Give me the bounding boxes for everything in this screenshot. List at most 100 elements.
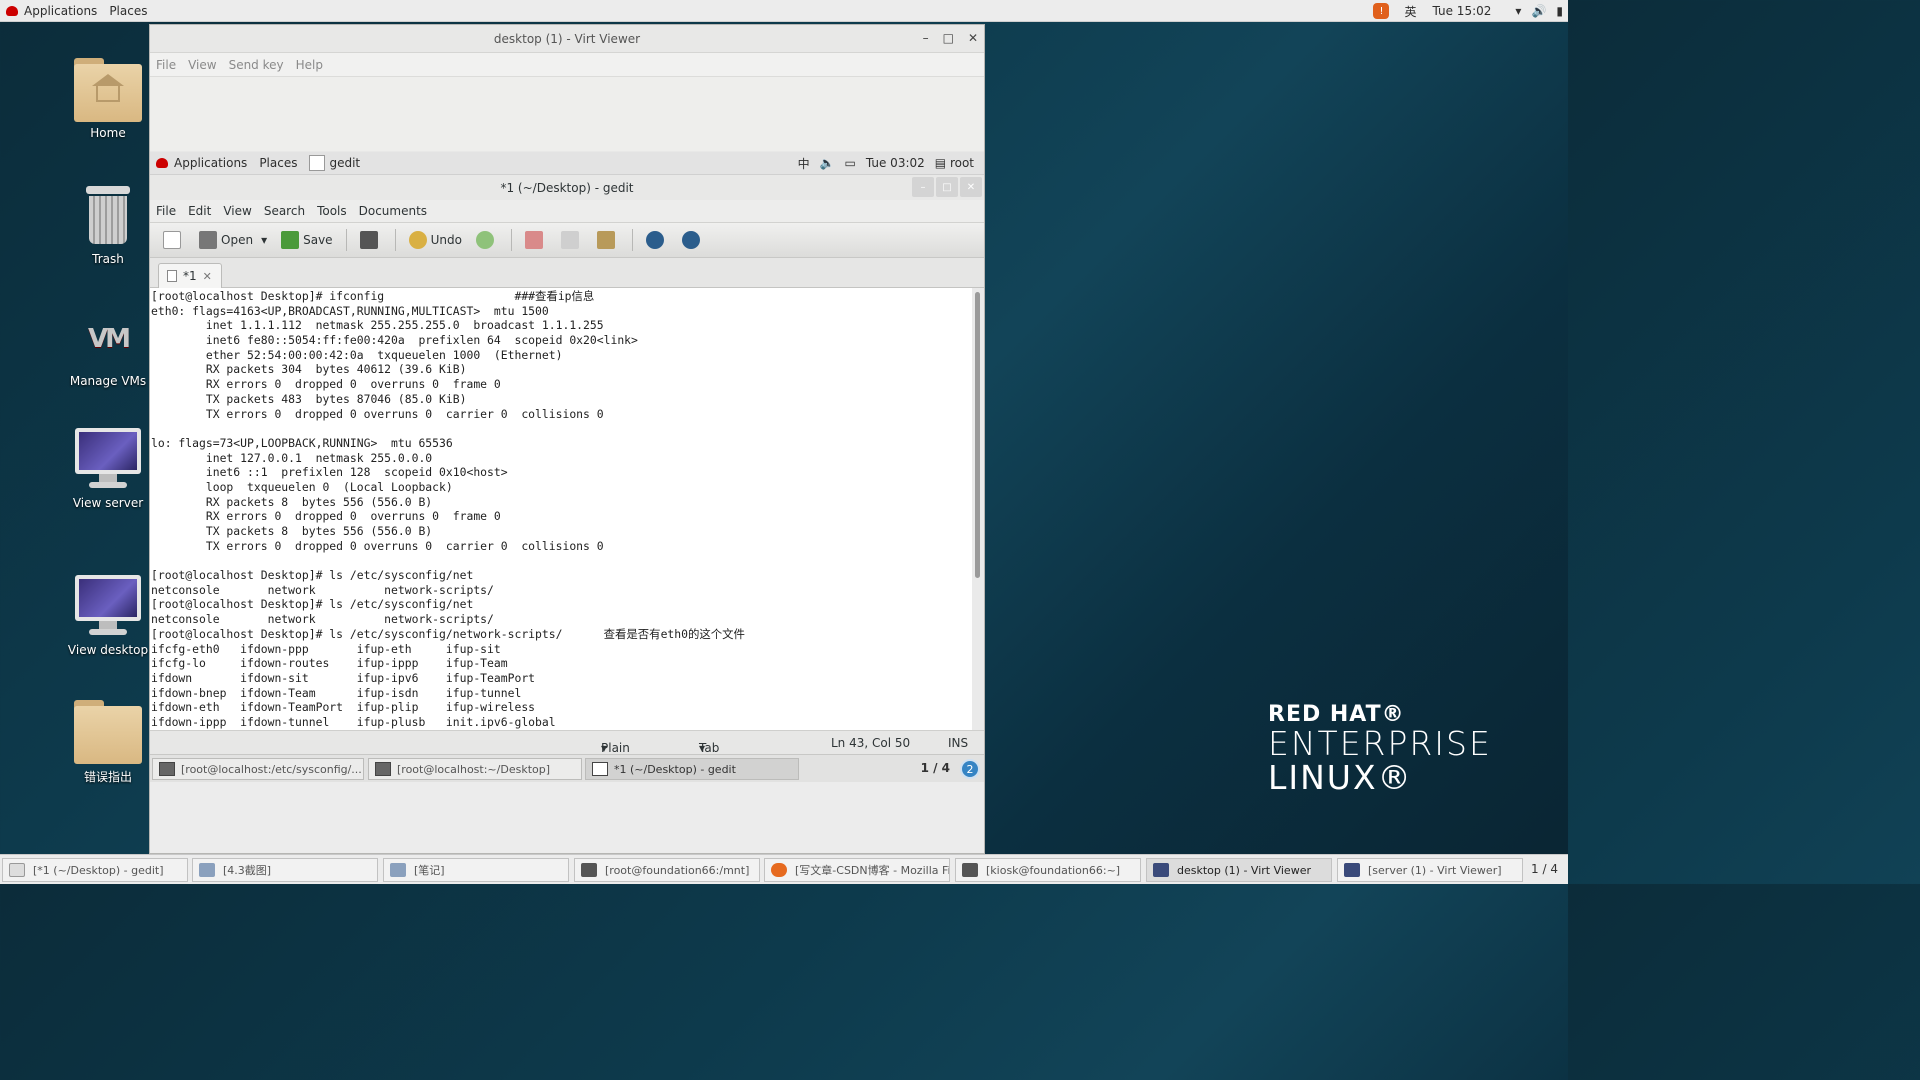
cut-button[interactable] — [520, 228, 552, 252]
wifi-icon[interactable]: ▾ — [1510, 4, 1526, 18]
gedit-menubar: File Edit View Search Tools Documents — [150, 200, 984, 222]
replace-button[interactable] — [677, 228, 709, 252]
battery-icon[interactable]: ▮ — [1551, 4, 1568, 18]
guest-display[interactable]: Applications Places gedit 中 🔈 ▭ Tue 03:0… — [150, 152, 984, 853]
desktop-icon-home[interactable]: Home — [58, 58, 158, 140]
new-button[interactable] — [158, 228, 190, 252]
scrollbar-thumb[interactable] — [975, 292, 980, 578]
vertical-scrollbar[interactable] — [972, 288, 984, 730]
gedit-icon — [309, 155, 326, 171]
task-firefox[interactable]: [写文章-CSDN博客 - Mozilla Fi... — [764, 858, 950, 882]
redo-button[interactable] — [471, 228, 503, 252]
monitor-icon — [75, 575, 141, 637]
editor-line: eth0: flags=4163<UP,BROADCAST,RUNNING,MU… — [151, 303, 549, 318]
window-title: desktop (1) - Virt Viewer — [493, 31, 641, 46]
menu-documents[interactable]: Documents — [353, 204, 433, 218]
workspace-pager[interactable]: 1 / 4 — [1531, 862, 1558, 876]
menu-tools[interactable]: Tools — [311, 204, 353, 218]
guest-workspace-pager[interactable]: 1 / 4 — [921, 761, 950, 775]
document-tab[interactable]: *1 ✕ — [158, 263, 222, 288]
menu-search[interactable]: Search — [258, 204, 311, 218]
desktop-icon-folder[interactable]: 错误指出 — [58, 700, 158, 785]
close-icon[interactable]: ✕ — [968, 31, 978, 45]
task-screenshot[interactable]: [4.3截图] — [192, 858, 378, 882]
text-editor[interactable]: [root@localhost Desktop]# ifconfig ###查看… — [150, 288, 984, 730]
menu-help[interactable]: Help — [290, 58, 329, 72]
notification-icon[interactable]: ! — [1373, 3, 1390, 19]
volume-icon[interactable]: 🔊 — [1526, 4, 1551, 18]
terminal-icon — [962, 863, 978, 877]
editor-line: ifdown-ippp ifdown-tunnel ifup-plusb ini… — [151, 714, 556, 729]
open-button[interactable]: Open ▾ — [194, 228, 272, 252]
guest-task-gedit[interactable]: *1 (~/Desktop) - gedit — [585, 758, 799, 780]
task-label: [笔记] — [414, 864, 445, 877]
menu-send-key[interactable]: Send key — [223, 58, 290, 72]
menu-view[interactable]: View — [182, 58, 222, 72]
undo-button[interactable]: Undo — [404, 228, 467, 252]
chevron-down-icon[interactable]: ▾ — [261, 233, 267, 247]
task-virt-viewer-server[interactable]: [server (1) - Virt Viewer] — [1337, 858, 1523, 882]
minimize-icon[interactable]: – — [923, 31, 929, 45]
insert-mode: INS — [948, 736, 969, 750]
desktop-icon-manage-vms[interactable]: VM Manage VMs — [58, 310, 158, 388]
guest-input-method[interactable]: 中 — [798, 155, 810, 172]
editor-line: [root@localhost Desktop]# ifconfig ###查看… — [151, 289, 595, 303]
task-gedit[interactable]: [*1 (~/Desktop) - gedit] — [2, 858, 188, 882]
volume-icon[interactable]: 🔈 — [820, 156, 835, 170]
guest-places-menu[interactable]: Places — [253, 152, 303, 174]
chevron-down-icon: ▾ — [601, 741, 608, 755]
guest-clock[interactable]: Tue 03:02 — [866, 156, 925, 170]
menu-view[interactable]: View — [217, 204, 257, 218]
clock[interactable]: Tue 15:02 — [1428, 4, 1497, 18]
desktop-icon-label: 错误指出 — [83, 770, 132, 784]
editor-line: TX packets 8 bytes 556 (556.0 B) — [151, 524, 433, 538]
paste-button[interactable] — [592, 228, 624, 252]
firefox-icon — [771, 863, 787, 877]
desktop-icon-view-server[interactable]: View server — [58, 428, 158, 510]
task-terminal-mnt[interactable]: [root@foundation66:/mnt] — [574, 858, 760, 882]
desktop-icon-label: View desktop — [67, 643, 149, 657]
editor-content[interactable]: [root@localhost Desktop]# ifconfig ###查看… — [150, 288, 984, 730]
guest-task-terminal-1[interactable]: [root@localhost:/etc/sysconfig/... — [152, 758, 364, 780]
task-virt-viewer-desktop[interactable]: desktop (1) - Virt Viewer — [1146, 858, 1332, 882]
editor-line: RX packets 304 bytes 40612 (39.6 KiB) — [151, 362, 467, 377]
close-icon[interactable]: ✕ — [960, 177, 982, 197]
user-menu[interactable]: ▤ root — [935, 156, 974, 170]
gedit-titlebar[interactable]: *1 (~/Desktop) - gedit – □ ✕ — [150, 174, 984, 200]
save-button[interactable]: Save — [276, 228, 337, 252]
close-tab-icon[interactable]: ✕ — [203, 270, 212, 283]
maximize-icon[interactable]: □ — [943, 31, 954, 45]
menu-file[interactable]: File — [150, 204, 182, 218]
guest-applications-menu[interactable]: Applications — [150, 152, 253, 174]
input-method-indicator[interactable]: 英 — [1399, 3, 1421, 20]
applications-menu[interactable]: Applications — [0, 0, 103, 22]
guest-app-menu[interactable]: gedit — [303, 152, 366, 174]
places-menu[interactable]: Places — [103, 0, 153, 22]
network-icon[interactable]: ▭ — [845, 156, 856, 170]
copy-button[interactable] — [556, 228, 588, 252]
desktop-icon-label: Manage VMs — [69, 374, 147, 388]
desktop-icon-view-desktop[interactable]: View desktop — [58, 575, 158, 657]
virt-viewer-titlebar[interactable]: desktop (1) - Virt Viewer – □ ✕ — [150, 25, 984, 53]
maximize-icon[interactable]: □ — [936, 177, 958, 197]
print-button[interactable] — [355, 228, 387, 252]
desktop-icon-trash[interactable]: Trash — [58, 186, 158, 266]
open-folder-icon — [199, 231, 217, 249]
guest-task-terminal-2[interactable]: [root@localhost:~/Desktop] — [368, 758, 582, 780]
menu-file[interactable]: File — [150, 58, 182, 72]
editor-line: TX errors 0 dropped 0 overruns 0 carrier… — [151, 538, 604, 553]
redo-icon — [475, 231, 494, 249]
document-icon — [199, 863, 215, 877]
task-terminal-kiosk[interactable]: [kiosk@foundation66:~] — [955, 858, 1141, 882]
menu-edit[interactable]: Edit — [182, 204, 217, 218]
find-button[interactable] — [641, 228, 673, 252]
undo-label: Undo — [430, 233, 462, 247]
minimize-icon[interactable]: – — [912, 177, 934, 197]
user-icon: ▤ — [934, 156, 950, 170]
folder-icon — [74, 700, 142, 764]
task-notes[interactable]: [笔记] — [383, 858, 569, 882]
workspace-indicator[interactable]: 2 — [960, 759, 980, 779]
gedit-icon — [592, 762, 608, 776]
task-label: [kiosk@foundation66:~] — [986, 863, 1121, 877]
